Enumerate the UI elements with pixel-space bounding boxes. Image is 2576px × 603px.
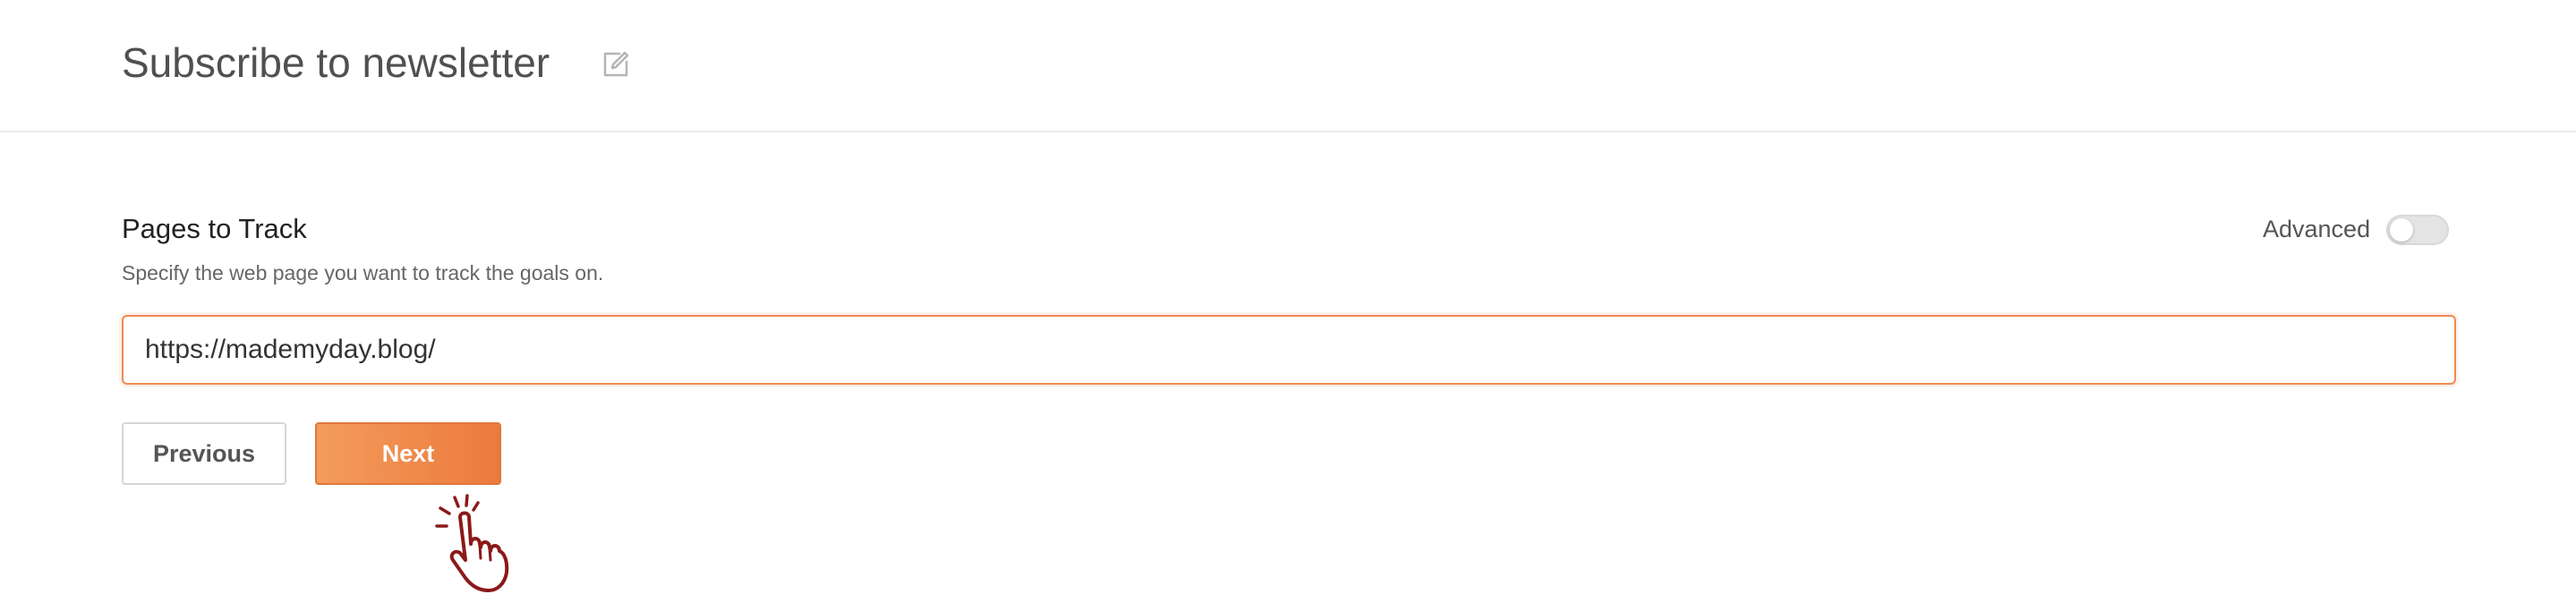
hand-pointer-click-glyph	[435, 494, 509, 592]
next-button[interactable]: Next	[315, 422, 501, 485]
edit-icon-glyph	[603, 51, 629, 77]
hand-pointer-click-icon	[433, 490, 532, 596]
pages-to-track-description: Specify the web page you want to track t…	[122, 261, 604, 285]
page-url-input[interactable]	[122, 315, 2456, 385]
advanced-label: Advanced	[2263, 216, 2371, 242]
page-title: Subscribe to newsletter	[122, 39, 550, 86]
goal-wizard-page: Subscribe to newsletter Pages to Track S…	[0, 0, 2576, 603]
advanced-toggle[interactable]	[2386, 215, 2449, 245]
page-header: Subscribe to newsletter	[0, 0, 2576, 132]
edit-icon[interactable]	[601, 50, 630, 79]
previous-button[interactable]: Previous	[122, 422, 286, 485]
toggle-knob	[2390, 218, 2413, 242]
pages-to-track-heading: Pages to Track	[122, 213, 307, 244]
